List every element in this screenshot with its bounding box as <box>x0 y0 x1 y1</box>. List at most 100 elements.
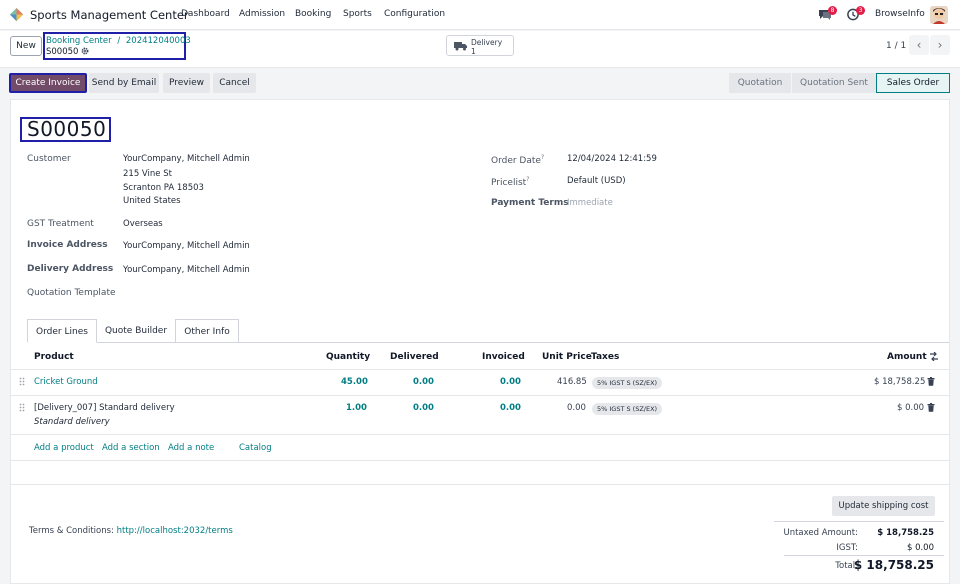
customer-address-line2: Scranton PA 18503 <box>123 183 204 193</box>
col-quantity[interactable]: Quantity <box>326 352 370 362</box>
terms-and-conditions: Terms & Conditions: http://localhost:203… <box>29 526 233 536</box>
customer-address-line1: 215 Vine St <box>123 169 172 179</box>
pager-next-button[interactable]: › <box>930 35 950 55</box>
stage-quotation[interactable]: Quotation <box>729 73 791 93</box>
drag-handle-icon[interactable] <box>19 377 25 386</box>
top-navbar: Sports Management Center Dashboard Admis… <box>0 0 960 30</box>
row-product[interactable]: Cricket Ground <box>34 377 98 387</box>
row-product[interactable]: [Delivery_007] Standard delivery <box>34 403 175 413</box>
tab-order-lines[interactable]: Order Lines <box>27 319 97 343</box>
col-delivered[interactable]: Delivered <box>390 352 439 362</box>
terms-link[interactable]: http://localhost:2032/terms <box>117 526 233 536</box>
update-shipping-cost-button[interactable]: Update shipping cost <box>832 496 935 516</box>
row-unit-price[interactable]: 416.85 <box>557 377 587 387</box>
help-icon[interactable]: ? <box>526 176 529 183</box>
footer-divider <box>11 484 949 485</box>
breadcrumb-parent[interactable]: Booking Center <box>46 36 112 46</box>
untaxed-amount-value: $ 18,758.25 <box>877 528 934 538</box>
menu-admission[interactable]: Admission <box>239 9 285 19</box>
total-label: Total: <box>835 561 858 571</box>
pager-prev-button[interactable]: ‹ <box>909 35 929 55</box>
row-delivered[interactable]: 0.00 <box>413 377 434 387</box>
current-record-name: S00050 <box>46 47 79 57</box>
pricelist-label: Pricelist? <box>491 176 530 188</box>
header-divider <box>11 369 949 370</box>
row-delivered[interactable]: 0.00 <box>413 403 434 413</box>
order-name: S00050 <box>20 117 111 142</box>
column-settings-icon[interactable] <box>929 352 939 361</box>
stage-quotation-sent[interactable]: Quotation Sent <box>792 73 876 93</box>
payment-terms-field[interactable]: Immediate <box>567 198 613 208</box>
quotation-template-field[interactable] <box>123 288 273 299</box>
pricelist-field[interactable]: Default (USD) <box>567 176 626 186</box>
add-note-link[interactable]: Add a note <box>168 443 214 453</box>
payment-terms-label: Payment Terms <box>491 198 569 208</box>
control-panel: New Booking Center / 202412040003 S00050… <box>0 31 960 68</box>
menu-sports[interactable]: Sports <box>343 9 372 19</box>
row-quantity[interactable]: 1.00 <box>346 403 367 413</box>
app-title[interactable]: Sports Management Center <box>30 8 189 22</box>
row-description[interactable]: Standard delivery <box>34 417 110 427</box>
delivery-address-field[interactable]: YourCompany, Mitchell Admin <box>123 265 250 275</box>
row-divider <box>11 395 949 396</box>
cancel-button[interactable]: Cancel <box>213 73 256 93</box>
col-invoiced[interactable]: Invoiced <box>482 352 525 362</box>
form-sheet: S00050 Customer YourCompany, Mitchell Ad… <box>10 99 950 584</box>
new-button[interactable]: New <box>10 36 42 56</box>
quotation-template-label: Quotation Template <box>27 288 116 298</box>
app-logo-icon[interactable] <box>9 7 24 22</box>
breadcrumb-separator: / <box>117 36 121 46</box>
row-amount: $ 0.00 <box>897 403 925 413</box>
breadcrumb: Booking Center / 202412040003 <box>46 36 191 46</box>
trash-icon[interactable] <box>927 377 935 386</box>
delivery-smart-button[interactable]: Delivery 1 <box>446 35 514 56</box>
row-unit-price[interactable]: 0.00 <box>567 403 586 413</box>
tab-other-info[interactable]: Other Info <box>175 319 239 343</box>
pager-value[interactable]: 1 / 1 <box>886 41 906 51</box>
user-avatar[interactable] <box>930 6 948 24</box>
catalog-link[interactable]: Catalog <box>239 443 272 453</box>
totals-divider <box>774 521 944 522</box>
send-by-email-button[interactable]: Send by Email <box>89 73 159 93</box>
customer-field[interactable]: YourCompany, Mitchell Admin <box>123 154 250 164</box>
truck-icon <box>454 42 467 51</box>
row-invoiced[interactable]: 0.00 <box>500 377 521 387</box>
delivery-label: Delivery <box>471 38 503 47</box>
col-unit-price[interactable]: Unit Price <box>542 352 592 362</box>
igst-label: IGST: <box>836 543 858 553</box>
help-icon[interactable]: ? <box>541 154 544 161</box>
tab-quote-builder[interactable]: Quote Builder <box>97 319 175 343</box>
trash-icon[interactable] <box>927 403 935 412</box>
menu-configuration[interactable]: Configuration <box>384 9 445 19</box>
breadcrumb-record[interactable]: 202412040003 <box>126 36 191 46</box>
customer-label: Customer <box>27 154 71 164</box>
gear-icon[interactable] <box>81 47 89 55</box>
menu-dashboard[interactable]: Dashboard <box>181 9 230 19</box>
create-invoice-button[interactable]: Create Invoice <box>9 73 87 93</box>
chevron-left-icon: ‹ <box>916 38 922 52</box>
tax-tag[interactable]: 5% IGST S (SZ/EX) <box>592 377 663 389</box>
untaxed-amount-label: Untaxed Amount: <box>783 528 858 538</box>
gst-treatment-field[interactable]: Overseas <box>123 219 163 229</box>
company-name[interactable]: BrowseInfo <box>875 9 925 19</box>
add-section-link[interactable]: Add a section <box>102 443 160 453</box>
invoice-address-field[interactable]: YourCompany, Mitchell Admin <box>123 241 250 251</box>
total-value: $ 18,758.25 <box>853 558 934 572</box>
drag-handle-icon[interactable] <box>19 403 25 412</box>
stage-sales-order[interactable]: Sales Order <box>876 73 950 93</box>
col-taxes[interactable]: Taxes <box>591 352 619 362</box>
preview-button[interactable]: Preview <box>163 73 210 93</box>
row-invoiced[interactable]: 0.00 <box>500 403 521 413</box>
col-amount[interactable]: Amount <box>887 352 927 362</box>
invoice-address-label: Invoice Address <box>27 240 108 250</box>
menu-booking[interactable]: Booking <box>295 9 331 19</box>
delivery-address-label: Delivery Address <box>27 264 114 274</box>
col-product[interactable]: Product <box>34 352 74 362</box>
row-quantity[interactable]: 45.00 <box>341 377 368 387</box>
tax-tag[interactable]: 5% IGST S (SZ/EX) <box>592 403 663 415</box>
chevron-right-icon: › <box>937 38 943 52</box>
row-amount: $ 18,758.25 <box>874 377 926 387</box>
order-date-field[interactable]: 12/04/2024 12:41:59 <box>567 154 657 164</box>
add-product-link[interactable]: Add a product <box>34 443 94 453</box>
terms-label: Terms & Conditions: <box>29 526 114 536</box>
